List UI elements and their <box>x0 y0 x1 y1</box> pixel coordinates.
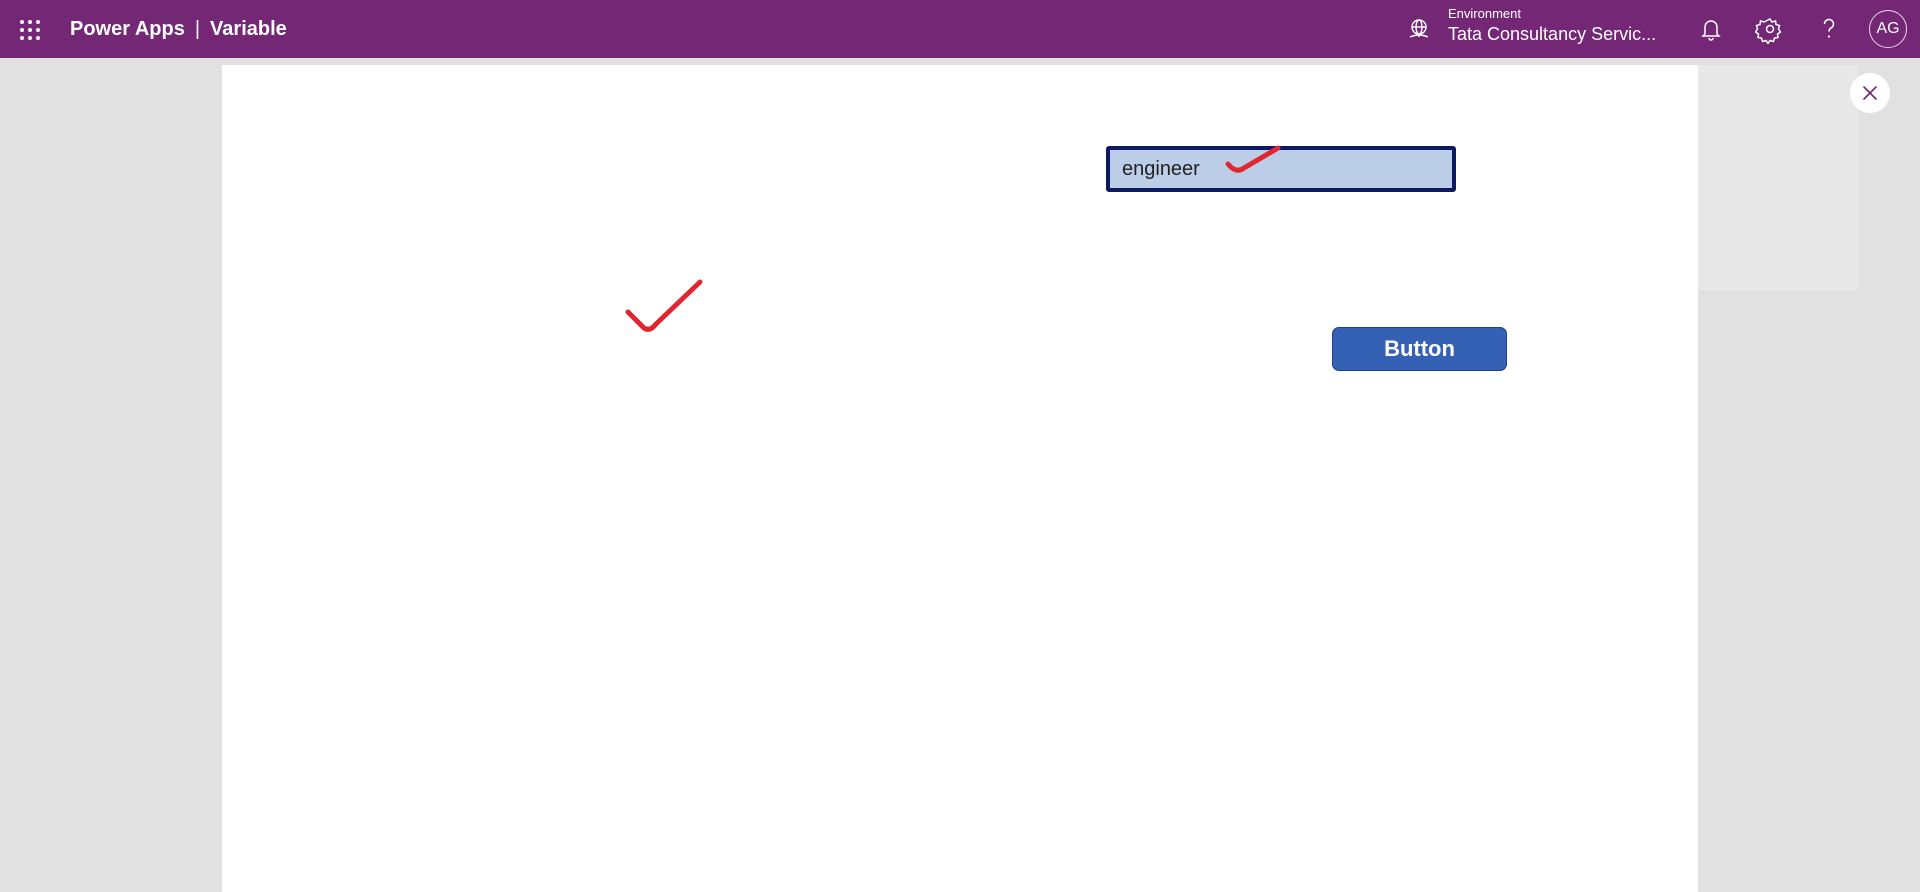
environment-name: Tata Consultancy Servic... <box>1448 24 1657 44</box>
app-launcher-icon[interactable] <box>18 18 42 42</box>
title-separator: | <box>194 18 201 40</box>
canvas-button[interactable]: Button <box>1332 327 1507 371</box>
app-canvas <box>222 65 1698 892</box>
checkmark-annotation-input <box>1225 145 1281 173</box>
environment-globe-icon[interactable] <box>1406 16 1432 42</box>
help-icon[interactable] <box>1814 14 1844 44</box>
app-title: Power Apps | Variable <box>70 0 287 58</box>
bell-icon[interactable] <box>1696 14 1726 44</box>
environment-label: Environment <box>1448 6 1521 21</box>
product-name[interactable]: Power Apps <box>70 18 185 40</box>
app-name: Variable <box>210 18 287 40</box>
side-panel <box>1698 65 1858 290</box>
user-avatar[interactable]: AG <box>1869 10 1907 48</box>
top-bar: Power Apps | Variable Environment Tata Con… <box>0 0 1920 58</box>
close-icon[interactable] <box>1850 73 1890 113</box>
environment-picker[interactable]: Environment Tata Consultancy Servic... <box>1448 6 1657 46</box>
gear-icon[interactable] <box>1755 14 1785 44</box>
checkmark-annotation <box>625 279 703 332</box>
